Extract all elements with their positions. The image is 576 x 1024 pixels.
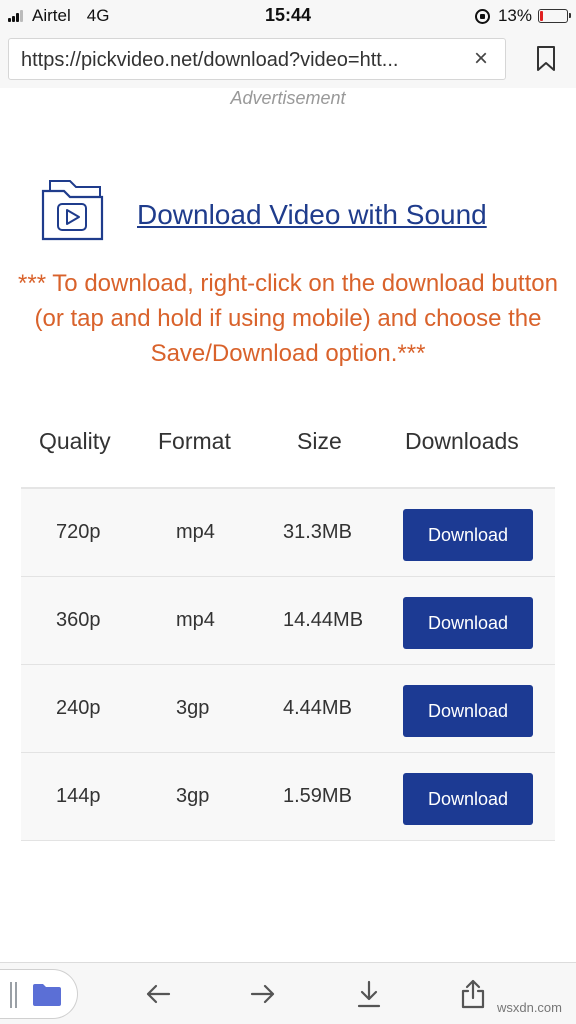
battery-icon bbox=[538, 9, 571, 23]
table-row: 720p mp4 31.3MB Download bbox=[21, 489, 555, 577]
quality-cell: 360p bbox=[56, 609, 101, 631]
battery-percent: 13% bbox=[497, 6, 532, 25]
orientation-lock-icon bbox=[474, 8, 490, 24]
download-instruction: *** To download, right-click on the down… bbox=[18, 270, 558, 367]
forward-arrow-icon[interactable] bbox=[248, 979, 278, 1009]
header-downloads: Downloads bbox=[405, 428, 519, 454]
format-cell: mp4 bbox=[176, 609, 215, 631]
table-row: 144p 3gp 1.59MB Download bbox=[21, 753, 555, 841]
advertisement-label: Advertisement bbox=[230, 88, 346, 108]
tabs-stack-icon bbox=[10, 982, 20, 1008]
table-row: 240p 3gp 4.44MB Download bbox=[21, 665, 555, 753]
download-button-240p[interactable]: Download bbox=[403, 685, 533, 737]
watermark: wsxdn.com bbox=[496, 1000, 562, 1015]
heading-row: Download Video with Sound bbox=[40, 175, 540, 245]
bookmark-icon[interactable] bbox=[536, 46, 556, 72]
video-folder-icon bbox=[41, 180, 104, 241]
header-size: Size bbox=[297, 428, 342, 454]
table-header: Quality Format Size Downloads bbox=[21, 428, 555, 464]
download-table: 720p mp4 31.3MB Download 360p mp4 14.44M… bbox=[21, 487, 555, 841]
share-icon[interactable] bbox=[458, 979, 488, 1009]
table-row: 360p mp4 14.44MB Download bbox=[21, 577, 555, 665]
format-cell: mp4 bbox=[176, 521, 215, 543]
status-right: 13% bbox=[474, 6, 571, 26]
quality-cell: 720p bbox=[56, 521, 101, 543]
quality-cell: 240p bbox=[56, 697, 101, 719]
size-cell: 1.59MB bbox=[283, 785, 352, 807]
header-quality: Quality bbox=[39, 428, 111, 454]
clear-url-icon[interactable]: × bbox=[467, 45, 495, 73]
battery-level bbox=[540, 11, 544, 21]
download-icon[interactable] bbox=[354, 979, 384, 1009]
quality-cell: 144p bbox=[56, 785, 101, 807]
header-format: Format bbox=[158, 428, 231, 454]
download-button-360p[interactable]: Download bbox=[403, 597, 533, 649]
download-video-link[interactable]: Download Video with Sound bbox=[137, 199, 487, 231]
url-text[interactable]: https://pickvideo.net/download?video=htt… bbox=[21, 49, 466, 72]
back-arrow-icon[interactable] bbox=[143, 979, 173, 1009]
download-button-720p[interactable]: Download bbox=[403, 509, 533, 561]
size-cell: 14.44MB bbox=[283, 609, 364, 631]
bottom-toolbar bbox=[0, 962, 576, 1024]
download-button-144p[interactable]: Download bbox=[403, 773, 533, 825]
tabs-icon bbox=[33, 984, 61, 1006]
format-cell: 3gp bbox=[176, 785, 210, 807]
status-bar: Airtel 4G 15:44 13% bbox=[0, 0, 576, 30]
size-cell: 31.3MB bbox=[283, 521, 352, 543]
address-bar[interactable]: https://pickvideo.net/download?video=htt… bbox=[8, 38, 506, 80]
size-cell: 4.44MB bbox=[283, 697, 352, 719]
format-cell: 3gp bbox=[176, 697, 210, 719]
tabs-button[interactable] bbox=[0, 969, 78, 1019]
browser-address-area: https://pickvideo.net/download?video=htt… bbox=[0, 30, 576, 88]
